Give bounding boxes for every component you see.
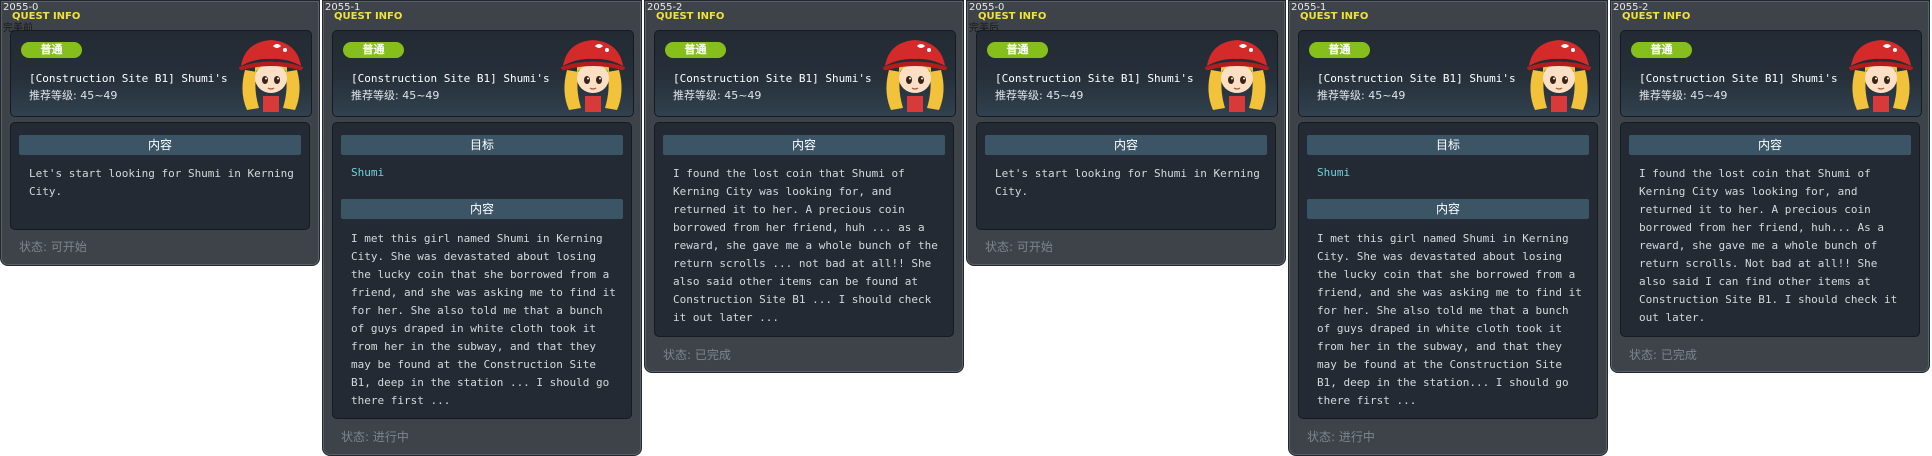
quest-header: 普通 [Construction Site B1] Shumi's .. 推荐等… (1298, 30, 1600, 117)
quest-header: 普通 [Construction Site B1] Shumi's .. 推荐等… (332, 30, 634, 117)
recommended-level: 推荐等级: 45~49 (995, 89, 1084, 102)
quest-content-box: 内容 I found the lost coin that Shumi of K… (654, 122, 954, 337)
content-heading: 内容 (985, 135, 1267, 155)
quest-status: 状态: 进行中 (1307, 430, 1375, 444)
panel-title: QUEST INFO (1300, 11, 1369, 22)
recommended-level: 推荐等级: 45~49 (1317, 89, 1406, 102)
content-heading: 内容 (1629, 135, 1911, 155)
shumi-portrait-icon (1847, 36, 1915, 112)
quest-header: 普通 [Construction Site B1] Shumi's .. 推荐等… (976, 30, 1278, 117)
recommended-level: 推荐等级: 45~49 (29, 89, 118, 102)
quest-header: 普通 [Construction Site B1] Shumi's .. 推荐等… (10, 30, 312, 117)
quest-status: 状态: 已完成 (1629, 348, 1697, 362)
quest-type-badge: 普通 (1309, 42, 1370, 58)
quest-status: 状态: 进行中 (341, 430, 409, 444)
content-heading: 内容 (19, 135, 301, 155)
quest-name: [Construction Site B1] Shumi's .. (1639, 72, 1844, 85)
quest-panel: 2055-1 QUEST INFO 普通 [Construction Site … (322, 0, 642, 456)
shumi-portrait-icon (559, 36, 627, 112)
quest-header: 普通 [Construction Site B1] Shumi's .. 推荐等… (654, 30, 956, 117)
quest-header: 普通 [Construction Site B1] Shumi's .. 推荐等… (1620, 30, 1922, 117)
quest-type-badge: 普通 (987, 42, 1048, 58)
recommended-level: 推荐等级: 45~49 (351, 89, 440, 102)
quest-content-box: 内容 Let's start looking for Shumi in Kern… (976, 122, 1276, 230)
content-heading: 内容 (341, 199, 623, 219)
shumi-portrait-icon (881, 36, 949, 112)
quest-status: 状态: 已完成 (663, 348, 731, 362)
content-heading: 内容 (1307, 199, 1589, 219)
target-heading: 目标 (341, 135, 623, 155)
quest-name: [Construction Site B1] Shumi's .. (995, 72, 1200, 85)
panel-title: QUEST INFO (12, 11, 81, 22)
quest-name: [Construction Site B1] Shumi's .. (29, 72, 234, 85)
content-text: Let's start looking for Shumi in Kerning… (995, 167, 1260, 198)
content-heading: 内容 (663, 135, 945, 155)
quest-status: 状态: 可开始 (19, 240, 87, 254)
quest-name: [Construction Site B1] Shumi's .. (673, 72, 878, 85)
quest-type-badge: 普通 (343, 42, 404, 58)
target-npc-link[interactable]: Shumi (351, 166, 384, 180)
content-text: I met this girl named Shumi in Kerning C… (351, 232, 616, 407)
shumi-portrait-icon (1525, 36, 1593, 112)
quest-status: 状态: 可开始 (985, 240, 1053, 254)
recommended-level: 推荐等级: 45~49 (1639, 89, 1728, 102)
panel-title: QUEST INFO (978, 11, 1047, 22)
panel-title: QUEST INFO (1622, 11, 1691, 22)
quest-content-box: 目标 Shumi 内容 I met this girl named Shumi … (332, 122, 632, 419)
quest-content-box: 内容 I found the lost coin that Shumi of K… (1620, 122, 1920, 337)
quest-type-badge: 普通 (1631, 42, 1692, 58)
quest-panel: 2055-2 QUEST INFO 普通 [Construction Site … (1610, 0, 1930, 373)
quest-name: [Construction Site B1] Shumi's .. (351, 72, 556, 85)
shumi-portrait-icon (1203, 36, 1271, 112)
panel-title: QUEST INFO (656, 11, 725, 22)
recommended-level: 推荐等级: 45~49 (673, 89, 762, 102)
content-text: I found the lost coin that Shumi of Kern… (1639, 167, 1898, 324)
quest-content-box: 内容 Let's start looking for Shumi in Kern… (10, 122, 310, 230)
target-npc-link[interactable]: Shumi (1317, 166, 1350, 180)
shumi-portrait-icon (237, 36, 305, 112)
quest-type-badge: 普通 (665, 42, 726, 58)
quest-panel: 2055-0 QUEST INFO 完美后 普通 [Construction S… (966, 0, 1286, 266)
quest-type-badge: 普通 (21, 42, 82, 58)
content-text: Let's start looking for Shumi in Kerning… (29, 167, 294, 198)
target-heading: 目标 (1307, 135, 1589, 155)
quest-panel: 2055-0 QUEST INFO 完美前 普通 [Construction S… (0, 0, 320, 266)
quest-panel: 2055-1 QUEST INFO 普通 [Construction Site … (1288, 0, 1608, 456)
content-text: I met this girl named Shumi in Kerning C… (1317, 232, 1582, 407)
quest-name: [Construction Site B1] Shumi's .. (1317, 72, 1522, 85)
quest-panel: 2055-2 QUEST INFO 普通 [Construction Site … (644, 0, 964, 373)
content-text: I found the lost coin that Shumi of Kern… (673, 167, 938, 324)
panel-title: QUEST INFO (334, 11, 403, 22)
quest-content-box: 目标 Shumi 内容 I met this girl named Shumi … (1298, 122, 1598, 419)
